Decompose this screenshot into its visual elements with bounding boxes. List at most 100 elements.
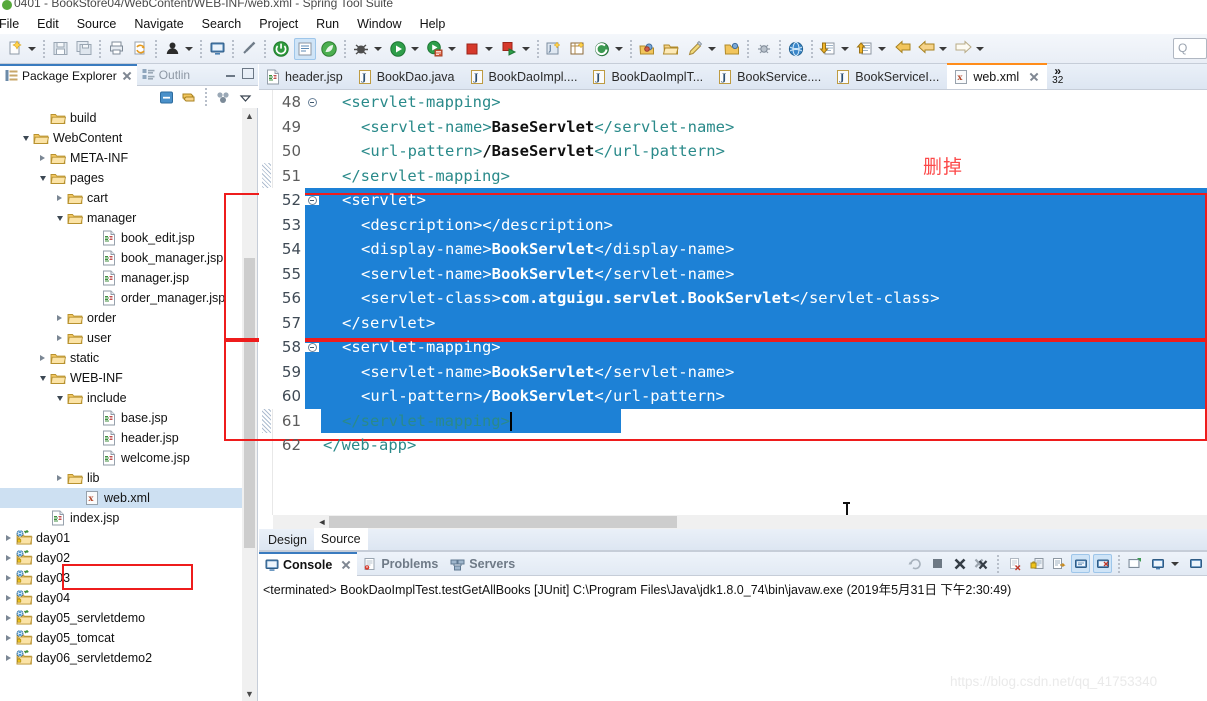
menu-edit[interactable]: Edit [28,16,68,32]
chevron-right-icon[interactable] [2,528,15,548]
chevron-right-icon[interactable] [2,608,15,628]
git-dropdown-icon[interactable] [615,46,623,51]
tree-item-web-inf[interactable]: WEB-INF [0,368,243,388]
run-on-server-icon[interactable] [424,38,446,60]
menu-window[interactable]: Window [348,16,410,32]
tree-item-base-jsp[interactable]: base.jsp [0,408,243,428]
git-icon[interactable] [591,38,613,60]
remove-launch-icon[interactable] [950,554,969,573]
pencil-icon[interactable] [684,38,706,60]
tree-item-include[interactable]: include [0,388,243,408]
close-icon[interactable] [122,71,132,81]
chevron-right-icon[interactable] [53,308,66,328]
show-console-on-output-icon[interactable] [1071,554,1090,573]
tree-item-day05-servletdemo[interactable]: day05_servletdemo [0,608,243,628]
back-icon[interactable] [915,38,937,60]
previous-annotation-icon[interactable] [854,38,876,60]
project-tree[interactable]: build WebContent META-INF pages cart manager b… [0,108,243,701]
remove-all-terminated-icon[interactable] [972,554,991,573]
search-bug-icon[interactable] [753,38,775,60]
chevron-right-icon[interactable] [2,628,15,648]
code-line-55[interactable]: 55 <servlet-name>BookServlet</servlet-nam… [259,261,1207,286]
tree-item-welcome-jsp[interactable]: welcome.jsp [0,448,243,468]
next-annotation-icon[interactable] [817,38,839,60]
tab-source[interactable]: Source [313,528,368,550]
fold-collapse-icon[interactable] [305,342,319,352]
tree-item-day04[interactable]: day04 [0,588,243,608]
chevron-down-icon[interactable] [19,128,32,148]
tree-item-webcontent[interactable]: WebContent [0,128,243,148]
scrollbar-thumb[interactable] [244,258,255,548]
code-line-50[interactable]: 50 <url-pattern>/BaseServlet</url-pattern… [259,139,1207,164]
editor-tabs-overflow[interactable]: » 32 [1047,63,1066,89]
show-console-on-error-icon[interactable] [1093,554,1112,573]
tree-item-day06-servletdemo2[interactable]: day06_servletdemo2 [0,648,243,668]
clear-console-icon[interactable] [1005,554,1024,573]
run-dropdown-icon[interactable] [411,46,419,51]
chevron-down-icon[interactable] [53,388,66,408]
code-line-57[interactable]: 57 </servlet> [259,310,1207,335]
tree-item-book-manager-jsp[interactable]: book_manager.jsp [0,248,243,268]
source-editor[interactable]: 48 <servlet-mapping> 49 <servlet-name>BaseS… [259,90,1207,515]
external-tools-dropdown-icon[interactable] [522,46,530,51]
tab-package-explorer[interactable]: Package Explorer [0,63,137,86]
editor-tab-web-xml[interactable]: x web.xml [947,63,1048,89]
editor-tab-bookdaoimpl-[interactable]: J BookDaoImpl.... [463,64,586,89]
tree-item-cart[interactable]: cart [0,188,243,208]
scroll-left-icon[interactable]: ◄ [315,515,329,529]
chevron-right-icon[interactable] [2,648,15,668]
scroll-up-icon[interactable]: ▲ [242,108,257,123]
menu-run[interactable]: Run [307,16,348,32]
search-input[interactable]: Q [1173,38,1207,59]
forward-icon[interactable] [952,38,974,60]
tree-item-web-xml[interactable]: x web.xml [0,488,243,508]
code-line-52[interactable]: 52 <servlet> [259,188,1207,213]
menu-project[interactable]: Project [250,16,307,32]
display-selected-console-icon[interactable] [1148,554,1167,573]
menu-navigate[interactable]: Navigate [125,16,192,32]
save-icon[interactable] [49,38,71,60]
tree-item-meta-inf[interactable]: META-INF [0,148,243,168]
back-history-icon[interactable] [891,38,913,60]
code-line-51[interactable]: 51 </servlet-mapping> [259,164,1207,189]
chevron-down-icon[interactable] [36,168,49,188]
menu-search[interactable]: Search [193,16,251,32]
console-dropdown-icon[interactable] [1171,561,1179,566]
refresh-icon[interactable] [129,38,151,60]
chevron-right-icon[interactable] [53,468,66,488]
code-lines[interactable]: 48 <servlet-mapping> 49 <servlet-name>BaseS… [259,90,1207,458]
new-package-icon[interactable] [567,38,589,60]
code-line-58[interactable]: 58 <servlet-mapping> [259,335,1207,360]
new-wizard-icon[interactable] [4,38,26,60]
tree-item-day02[interactable]: day02 [0,548,243,568]
chevron-right-icon[interactable] [2,548,15,568]
stop-dropdown-icon[interactable] [485,46,493,51]
tree-item-day01[interactable]: day01 [0,528,243,548]
chevron-right-icon[interactable] [2,568,15,588]
power-icon[interactable] [270,38,292,60]
maximize-icon[interactable] [242,68,254,79]
external-tools-icon[interactable] [498,38,520,60]
new-java-class-icon[interactable]: J [543,38,565,60]
terminate-relaunch-icon[interactable] [906,554,925,573]
chevron-down-icon[interactable] [36,368,49,388]
code-line-62[interactable]: 62 </web-app> [259,433,1207,458]
tree-item-pages[interactable]: pages [0,168,243,188]
open-type-icon[interactable] [636,38,658,60]
tree-item-order-manager-jsp[interactable]: order_manager.jsp [0,288,243,308]
tree-item-build[interactable]: build [0,108,243,128]
scroll-down-icon[interactable]: ▼ [242,686,257,701]
person-dropdown-icon[interactable] [185,46,193,51]
tab-design[interactable]: Design [261,530,314,550]
tree-item-static[interactable]: static [0,348,243,368]
console-icon[interactable] [206,38,228,60]
open-folder-icon[interactable] [721,38,743,60]
chevron-right-icon[interactable] [36,348,49,368]
terminate-icon[interactable] [928,554,947,573]
editor-tab-header-jsp[interactable]: header.jsp [259,64,351,89]
tree-item-manager[interactable]: manager [0,208,243,228]
edit-configuration-icon[interactable] [294,37,316,60]
previous-annotation-dropdown-icon[interactable] [878,46,886,51]
focus-icon[interactable] [215,89,232,106]
word-wrap-icon[interactable] [1049,554,1068,573]
